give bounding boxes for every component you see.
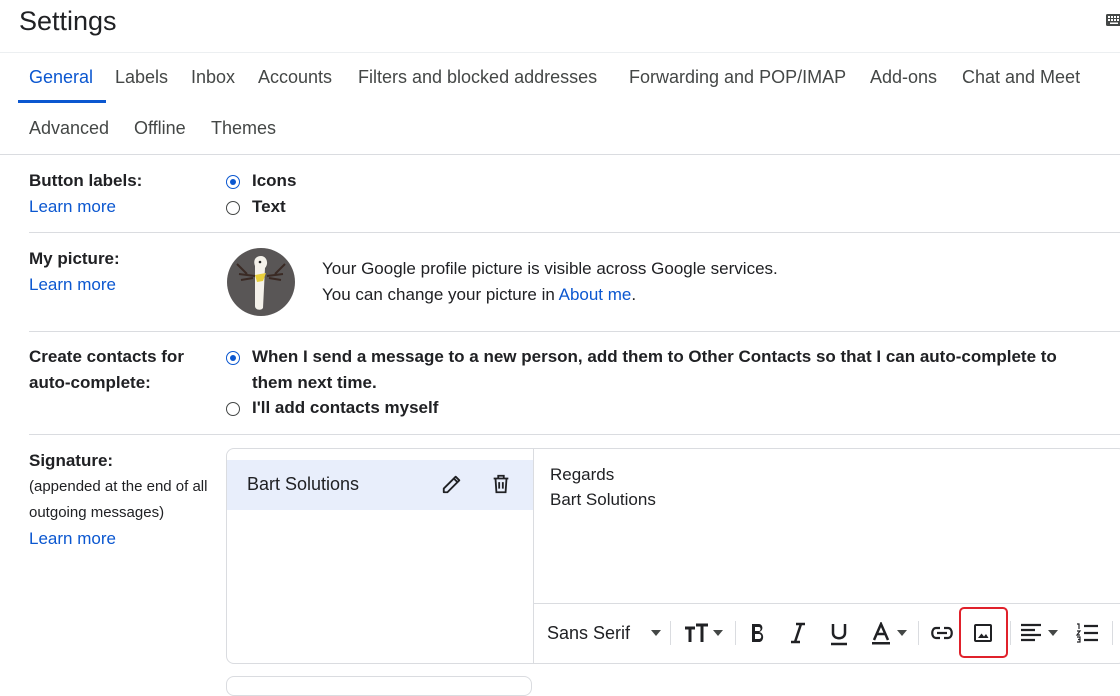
radio-icons[interactable] [226, 175, 240, 189]
toolbar-separator [1010, 621, 1011, 645]
page-title: Settings [19, 6, 117, 36]
signature-name: Bart Solutions [247, 474, 360, 494]
header-divider [0, 52, 1120, 53]
create-contacts-label-line1: Create contacts for [29, 347, 184, 366]
signature-panel-divider [533, 449, 534, 664]
signature-content-line2[interactable]: Bart Solutions [550, 490, 656, 510]
button-labels-learn-more-link[interactable]: Learn more [29, 197, 116, 217]
radio-auto-add-contacts[interactable] [226, 351, 240, 365]
tab-labels[interactable]: Labels [115, 67, 168, 88]
link-icon[interactable] [930, 624, 954, 642]
toolbar-divider [534, 603, 1120, 604]
tab-addons[interactable]: Add-ons [870, 67, 937, 88]
button-labels-label: Button labels: [29, 171, 143, 190]
tab-filters[interactable]: Filters and blocked addresses [358, 67, 597, 88]
radio-text[interactable] [226, 201, 240, 215]
chevron-down-icon[interactable] [712, 629, 724, 637]
tab-offline[interactable]: Offline [134, 118, 186, 139]
toolbar-separator [670, 621, 671, 645]
tab-inbox[interactable]: Inbox [191, 67, 235, 88]
chevron-down-icon[interactable] [650, 629, 662, 637]
tab-forwarding[interactable]: Forwarding and POP/IMAP [629, 67, 846, 88]
tab-accounts[interactable]: Accounts [258, 67, 332, 88]
signature-content-line1[interactable]: Regards [550, 465, 614, 485]
picture-change-prefix: You can change your picture in [322, 285, 559, 304]
avatar[interactable] [227, 248, 295, 316]
chevron-down-icon[interactable] [1047, 629, 1059, 637]
signature-sub-line2: outgoing messages) [29, 504, 165, 521]
section-divider [29, 434, 1120, 435]
signature-learn-more-link[interactable]: Learn more [29, 529, 116, 549]
picture-info-text: Your Google profile picture is visible a… [322, 259, 778, 278]
underline-icon[interactable] [829, 622, 849, 646]
tab-general[interactable]: General [29, 67, 93, 88]
signature-sub-line1: (appended at the end of all [29, 478, 208, 495]
align-icon[interactable] [1020, 623, 1042, 643]
italic-icon[interactable] [788, 622, 808, 644]
picture-change-text: You can change your picture in About me. [322, 282, 636, 308]
chevron-down-icon[interactable] [896, 629, 908, 637]
auto-add-contacts-label-line2: them next time. [252, 373, 377, 392]
signature-label: Signature: [29, 451, 114, 470]
tab-advanced[interactable]: Advanced [29, 118, 109, 139]
toolbar-separator [918, 621, 919, 645]
text-color-icon[interactable] [871, 622, 891, 646]
tabs-divider [0, 154, 1120, 155]
section-divider [29, 331, 1120, 332]
keyboard-icon[interactable] [1106, 14, 1120, 26]
picture-change-suffix: . [631, 285, 637, 304]
toolbar-separator [735, 621, 736, 645]
bold-icon[interactable] [748, 622, 768, 644]
radio-text-label: Text [252, 197, 286, 216]
my-picture-label: My picture: [29, 249, 120, 268]
tab-chat-meet[interactable]: Chat and Meet [962, 67, 1080, 88]
add-contacts-myself-label: I'll add contacts myself [252, 398, 439, 417]
about-me-link[interactable]: About me [559, 285, 632, 304]
section-divider [29, 232, 1120, 233]
auto-add-contacts-label-line1: When I send a message to a new person, a… [252, 347, 1057, 366]
font-family-select[interactable]: Sans Serif [547, 623, 630, 644]
radio-add-contacts-myself[interactable] [226, 402, 240, 416]
highlight-box [959, 607, 1008, 658]
create-new-signature-box[interactable] [226, 676, 532, 696]
radio-icons-label: Icons [252, 171, 297, 190]
my-picture-learn-more-link[interactable]: Learn more [29, 275, 116, 295]
text-size-icon[interactable] [683, 622, 709, 644]
toolbar-separator [1112, 621, 1113, 645]
numbered-list-icon[interactable] [1075, 622, 1099, 644]
active-tab-indicator [18, 100, 106, 103]
tab-themes[interactable]: Themes [211, 118, 276, 139]
edit-pencil-icon[interactable] [441, 473, 463, 495]
create-contacts-label-line2: auto-complete: [29, 373, 151, 392]
delete-trash-icon[interactable] [490, 473, 512, 495]
